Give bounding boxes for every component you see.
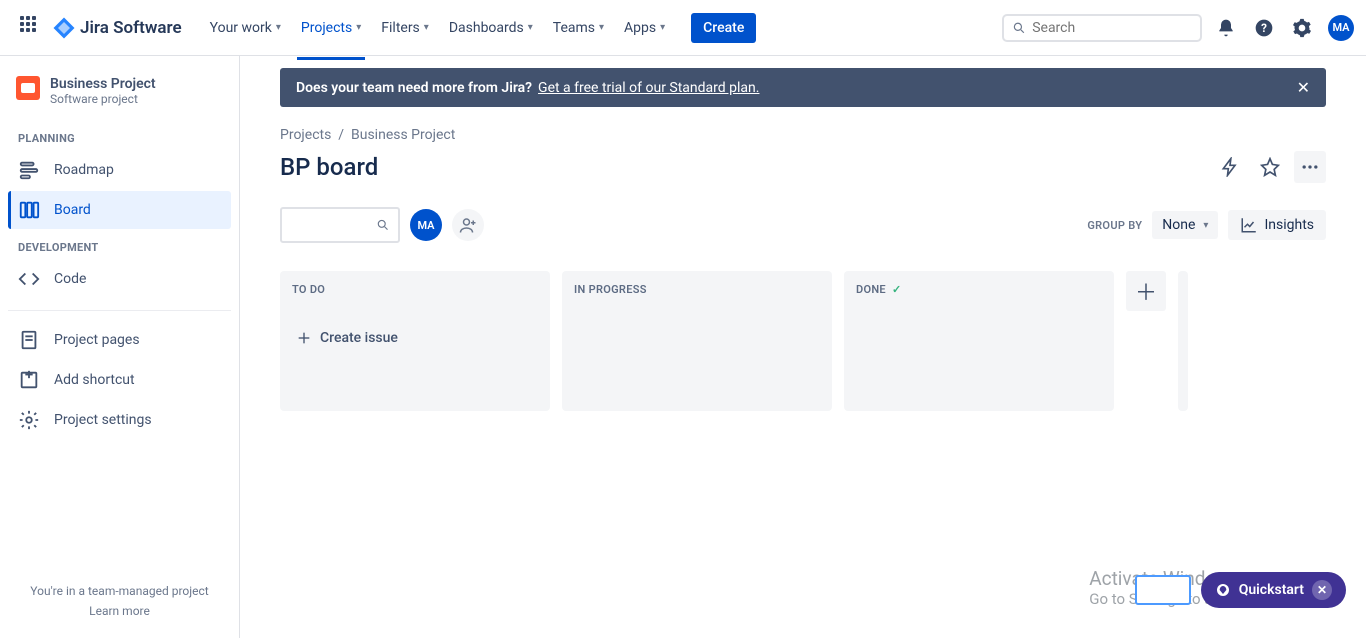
project-type: Software project xyxy=(50,92,156,106)
sidebar-item-label: Project settings xyxy=(54,412,152,428)
section-planning: PLANNING xyxy=(8,122,231,151)
chevron-down-icon: ▾ xyxy=(276,22,281,33)
chevron-down-icon: ▾ xyxy=(599,22,604,33)
more-icon[interactable] xyxy=(1294,151,1326,183)
page-icon xyxy=(18,329,40,351)
check-icon: ✓ xyxy=(892,283,902,296)
sidebar-footer-text: You're in a team-managed project xyxy=(18,584,221,598)
insights-button[interactable]: Insights xyxy=(1228,210,1326,240)
add-column-button[interactable]: ＋ xyxy=(1126,271,1166,311)
roadmap-icon xyxy=(18,159,40,181)
sidebar-item-label: Add shortcut xyxy=(54,372,135,388)
nav-projects[interactable]: Projects▾ xyxy=(293,12,369,44)
search-input[interactable] xyxy=(1032,20,1192,36)
nav-teams[interactable]: Teams▾ xyxy=(545,12,612,44)
column-todo: TO DO Create issue xyxy=(280,271,550,411)
chevron-down-icon: ▾ xyxy=(528,22,533,33)
nav-filters[interactable]: Filters▾ xyxy=(373,12,437,44)
logo-text: Jira Software xyxy=(80,18,182,38)
search-icon xyxy=(376,217,390,233)
banner-link[interactable]: Get a free trial of our Standard plan. xyxy=(538,80,759,96)
sidebar-item-project-settings[interactable]: Project settings xyxy=(8,401,231,439)
breadcrumb-current[interactable]: Business Project xyxy=(351,127,455,143)
sidebar: Business Project Software project PLANNI… xyxy=(0,56,240,638)
board-search[interactable] xyxy=(280,207,400,243)
board-icon xyxy=(18,199,40,221)
plus-icon xyxy=(296,330,312,346)
svg-text:?: ? xyxy=(1261,21,1267,35)
banner-lead: Does your team need more from Jira? xyxy=(296,80,532,96)
column-header[interactable]: DONE ✓ xyxy=(856,283,1102,296)
column-done: DONE ✓ xyxy=(844,271,1114,411)
help-icon[interactable]: ? xyxy=(1252,16,1276,40)
assignee-avatar[interactable]: MA xyxy=(410,209,442,241)
sidebar-item-label: Project pages xyxy=(54,332,140,348)
shortcut-icon xyxy=(18,369,40,391)
gear-icon xyxy=(18,409,40,431)
sidebar-item-project-pages[interactable]: Project pages xyxy=(8,321,231,359)
create-button[interactable]: Create xyxy=(691,13,756,43)
rocket-icon xyxy=(1215,582,1231,598)
chevron-down-icon: ▾ xyxy=(356,22,361,33)
section-development: DEVELOPMENT xyxy=(8,231,231,260)
project-header[interactable]: Business Project Software project xyxy=(8,76,231,122)
groupby-label: GROUP BY xyxy=(1087,219,1142,232)
chevron-down-icon: ▾ xyxy=(1203,220,1208,231)
nav-apps[interactable]: Apps▾ xyxy=(616,12,673,44)
star-icon[interactable] xyxy=(1254,151,1286,183)
board-search-input[interactable] xyxy=(290,218,376,233)
sidebar-item-label: Roadmap xyxy=(54,162,114,178)
app-switcher-icon[interactable] xyxy=(20,16,44,40)
global-search[interactable] xyxy=(1002,14,1202,42)
quickstart-button[interactable]: Quickstart ✕ xyxy=(1201,572,1346,608)
jira-logo-icon xyxy=(52,16,76,40)
nav-your-work[interactable]: Your work▾ xyxy=(202,12,289,44)
column-header[interactable]: IN PROGRESS xyxy=(574,283,820,296)
notifications-icon[interactable] xyxy=(1214,16,1238,40)
groupby-dropdown[interactable]: None ▾ xyxy=(1152,211,1218,239)
sidebar-item-add-shortcut[interactable]: Add shortcut xyxy=(8,361,231,399)
sidebar-item-code[interactable]: Code xyxy=(8,260,231,298)
sidebar-item-label: Board xyxy=(54,202,91,218)
create-issue-button[interactable]: Create issue xyxy=(292,320,538,356)
sidebar-item-roadmap[interactable]: Roadmap xyxy=(8,151,231,189)
code-icon xyxy=(18,268,40,290)
insights-icon xyxy=(1240,216,1258,234)
page-title: BP board xyxy=(280,153,378,181)
column-header[interactable]: TO DO xyxy=(292,283,538,296)
breadcrumbs: Projects / Business Project xyxy=(240,107,1366,143)
nav-dashboards[interactable]: Dashboards▾ xyxy=(441,12,541,44)
sidebar-item-label: Code xyxy=(54,271,86,287)
chevron-down-icon: ▾ xyxy=(660,22,665,33)
project-icon xyxy=(16,76,40,100)
search-icon xyxy=(1012,20,1026,36)
add-people-button[interactable] xyxy=(452,209,484,241)
settings-icon[interactable] xyxy=(1290,16,1314,40)
breadcrumb-root[interactable]: Projects xyxy=(280,127,331,143)
banner-close-icon[interactable]: ✕ xyxy=(1297,78,1310,97)
user-avatar[interactable]: MA xyxy=(1328,15,1354,41)
sidebar-item-board[interactable]: Board xyxy=(8,191,231,229)
sidebar-footer-link[interactable]: Learn more xyxy=(18,604,221,618)
close-icon[interactable]: ✕ xyxy=(1312,580,1332,600)
project-name: Business Project xyxy=(50,76,156,92)
column-edge xyxy=(1178,271,1188,411)
automation-icon[interactable] xyxy=(1214,151,1246,183)
jira-logo[interactable]: Jira Software xyxy=(52,16,182,40)
column-inprogress: IN PROGRESS xyxy=(562,271,832,411)
upgrade-banner: Does your team need more from Jira? Get … xyxy=(280,68,1326,107)
selection-box xyxy=(1135,575,1191,605)
chevron-down-icon: ▾ xyxy=(424,22,429,33)
